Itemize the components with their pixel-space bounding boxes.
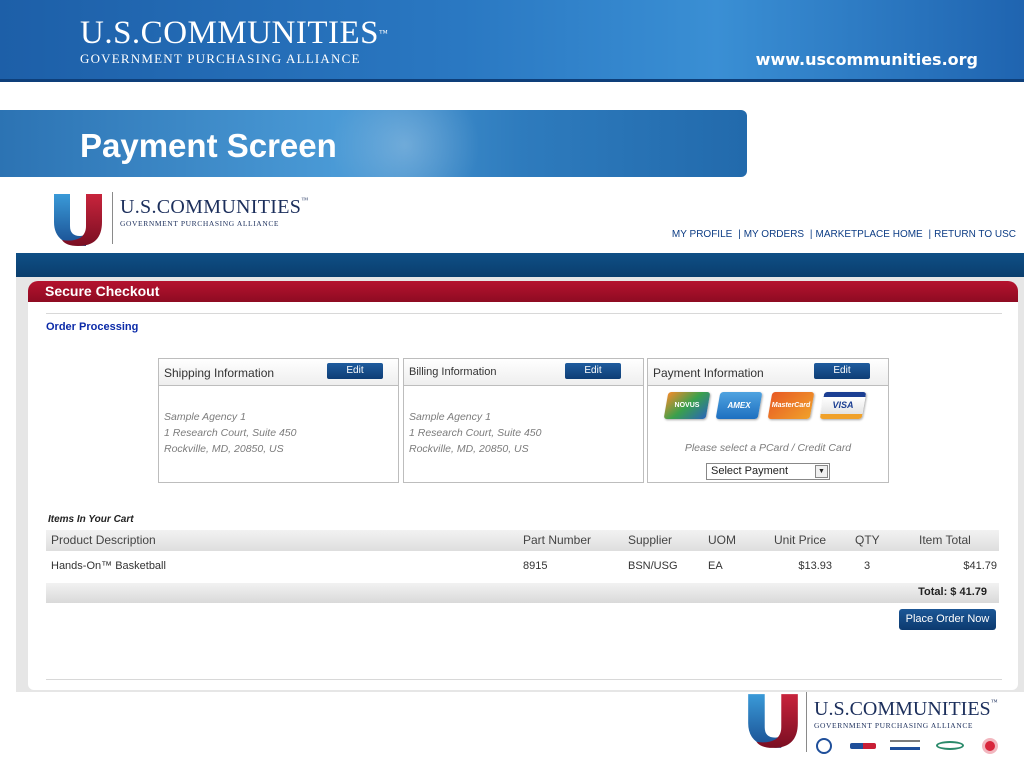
nav-separator: | xyxy=(928,229,932,240)
page-title: Payment Screen xyxy=(80,127,337,164)
cart-total: Total: $ 41.79 xyxy=(918,586,987,598)
cart-total-band: Total: $ 41.79 xyxy=(46,583,999,603)
billing-panel-header: Billing Information Edit xyxy=(404,359,643,386)
naco-seal-icon xyxy=(816,738,832,754)
payment-panel-title: Payment Information xyxy=(653,366,764,380)
site-logo[interactable]: U.S.COMMUNITIES™ GOVERNMENT PURCHASING A… xyxy=(52,190,332,250)
asbo-icon xyxy=(982,738,998,754)
row-uom: EA xyxy=(708,560,723,572)
shipping-panel-header: Shipping Information Edit xyxy=(159,359,398,386)
visa-card-icon: VISA xyxy=(819,392,867,419)
title-band: Payment Screen xyxy=(0,110,747,177)
cart-title: Items In Your Cart xyxy=(48,514,134,525)
us-mayors-icon xyxy=(850,743,876,749)
shipping-address: Sample Agency 1 1 Research Court, Suite … xyxy=(164,411,297,455)
row-description: Hands-On™ Basketball xyxy=(51,560,166,572)
u-logo-icon xyxy=(748,694,798,748)
order-processing-heading: Order Processing xyxy=(46,321,139,333)
place-order-button[interactable]: Place Order Now xyxy=(899,609,996,630)
payment-edit-button[interactable]: Edit xyxy=(814,363,870,379)
footer-logo-title: U.S.COMMUNITIES™ xyxy=(814,698,998,720)
nav-my-profile[interactable]: MY PROFILE xyxy=(672,229,732,240)
billing-edit-button[interactable]: Edit xyxy=(565,363,621,379)
chevron-down-icon[interactable]: ▼ xyxy=(815,465,828,478)
col-part-number: Part Number xyxy=(523,533,592,547)
col-unit-price: Unit Price xyxy=(774,533,827,547)
shipping-edit-button[interactable]: Edit xyxy=(327,363,383,379)
banner-logo-title: U.S.COMMUNITIES™ xyxy=(80,15,389,51)
col-qty: QTY xyxy=(855,533,880,547)
row-item-total: $41.79 xyxy=(963,560,997,572)
nigp-icon xyxy=(936,741,964,750)
billing-address: Sample Agency 1 1 Research Court, Suite … xyxy=(409,411,542,455)
site-logo-title: U.S.COMMUNITIES™ xyxy=(120,196,309,218)
navigation-bar xyxy=(16,253,1024,277)
footer-logo: U.S.COMMUNITIES™ GOVERNMENT PURCHASING A… xyxy=(746,690,1006,762)
table-row: Hands-On™ Basketball 8915 BSN/USG EA $13… xyxy=(46,558,999,578)
billing-panel-title: Billing Information xyxy=(409,366,497,378)
shipping-panel-title: Shipping Information xyxy=(164,366,275,380)
cart-table-header: Product Description Part Number Supplier… xyxy=(46,530,999,551)
col-uom: UOM xyxy=(708,533,736,547)
footer-logo-subtitle: GOVERNMENT PURCHASING ALLIANCE xyxy=(814,721,974,730)
secure-checkout-label: Secure Checkout xyxy=(45,283,160,299)
site-logo-subtitle: GOVERNMENT PURCHASING ALLIANCE xyxy=(120,219,280,228)
shipping-panel: Shipping Information Edit Sample Agency … xyxy=(158,358,399,483)
nav-separator: | xyxy=(809,229,813,240)
nav-separator: | xyxy=(738,229,741,240)
novus-card-icon: NOVUS xyxy=(663,392,711,419)
payment-panel-header: Payment Information Edit xyxy=(648,359,888,386)
sponsor-logos xyxy=(816,736,1002,756)
secure-checkout-bar: Secure Checkout xyxy=(28,281,1018,302)
nav-marketplace-home[interactable]: MARKETPLACE HOME xyxy=(815,229,922,240)
row-part-number: 8915 xyxy=(523,560,548,572)
col-product-description: Product Description xyxy=(51,533,156,547)
nav-return-to-usc[interactable]: RETURN TO USC xyxy=(934,229,1016,240)
amex-card-icon: AMEX xyxy=(715,392,763,419)
national-league-icon xyxy=(890,740,920,750)
row-unit-price: $13.93 xyxy=(798,560,832,572)
payment-select[interactable]: Select Payment ▼ xyxy=(706,463,830,480)
billing-panel: Billing Information Edit Sample Agency 1… xyxy=(403,358,644,483)
payment-hint: Please select a PCard / Credit Card xyxy=(684,442,852,454)
col-item-total: Item Total xyxy=(919,533,971,547)
banner-logo: U.S.COMMUNITIES™ GOVERNMENT PURCHASING A… xyxy=(80,16,388,67)
nav-my-orders[interactable]: MY ORDERS xyxy=(744,229,804,240)
row-qty: 3 xyxy=(864,560,871,572)
top-banner: U.S.COMMUNITIES™ GOVERNMENT PURCHASING A… xyxy=(0,0,1024,82)
payment-panel: Payment Information Edit NOVUS AMEX Mast… xyxy=(647,358,889,483)
banner-logo-subtitle: GOVERNMENT PURCHASING ALLIANCE xyxy=(80,51,361,66)
col-supplier: Supplier xyxy=(628,533,673,547)
banner-url: www.uscommunities.org xyxy=(755,50,978,69)
mastercard-card-icon: MasterCard xyxy=(767,392,815,419)
u-logo-icon xyxy=(54,194,102,246)
payment-select-value: Select Payment xyxy=(711,465,789,477)
top-nav: MY PROFILE | MY ORDERS | MARKETPLACE HOME … xyxy=(672,229,1016,240)
row-supplier: BSN/USG xyxy=(628,560,678,572)
